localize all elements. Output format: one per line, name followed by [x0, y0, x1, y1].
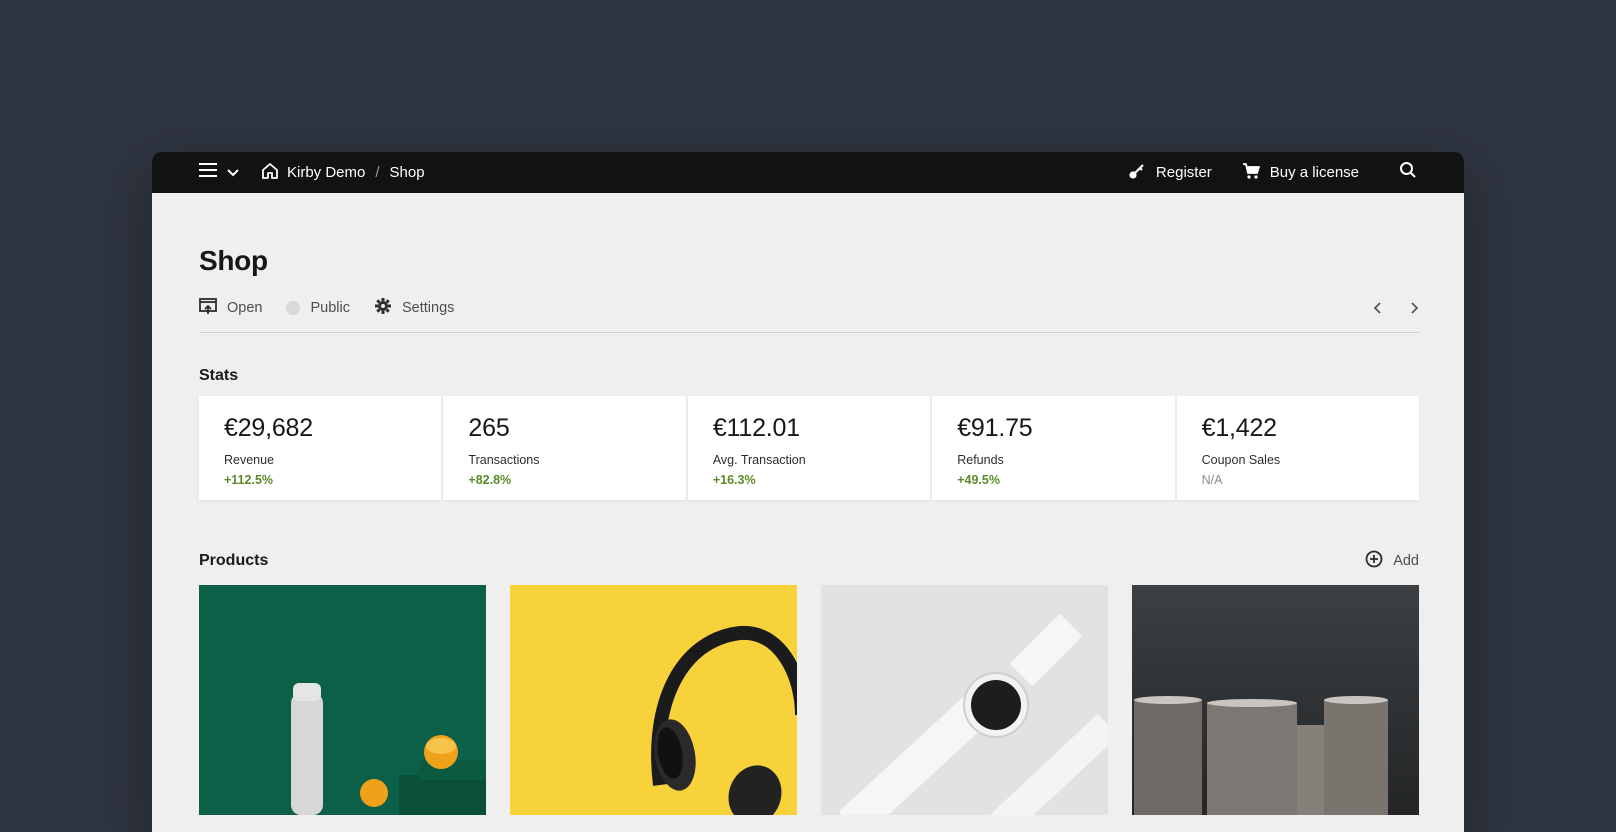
breadcrumb-separator: / — [375, 164, 380, 181]
stat-value: €29,682 — [224, 414, 313, 442]
stat-value: €112.01 — [712, 414, 800, 442]
breadcrumb: Kirby Demo / Shop — [261, 162, 425, 184]
stats-section-label: Stats — [199, 367, 239, 384]
product-image-vases — [1132, 585, 1419, 815]
breadcrumb-item-site[interactable]: Kirby Demo — [287, 164, 365, 181]
home-icon[interactable] — [261, 162, 279, 184]
gear-icon — [374, 297, 392, 319]
buy-license-button[interactable]: Buy a license — [1242, 162, 1359, 184]
menu-toggle-button[interactable] — [199, 162, 239, 183]
previous-page-button[interactable] — [1373, 301, 1383, 315]
product-card-watch[interactable] — [821, 585, 1108, 815]
page-header-actions: Open Public Settings — [199, 294, 1419, 322]
product-card-headphones[interactable] — [510, 585, 797, 815]
product-image-headphones — [510, 585, 797, 815]
add-circle-icon — [1365, 550, 1383, 572]
stat-value: €91.75 — [957, 414, 1033, 442]
stat-card-avg-transaction[interactable]: €112.01 Avg. Transaction +16.3% — [687, 396, 931, 500]
topbar: Kirby Demo / Shop Register Buy a license — [152, 152, 1464, 193]
stat-info: +82.8% — [468, 473, 512, 487]
product-image-watch — [821, 585, 1108, 815]
product-card-bottle[interactable] — [199, 585, 486, 815]
products-header: Products Add — [199, 550, 1419, 572]
main-content: Shop Open Public Settings Stats €29,682 … — [152, 245, 1464, 815]
status-label: Public — [310, 300, 350, 316]
stat-label: Avg. Transaction — [712, 453, 806, 467]
search-button[interactable] — [1399, 161, 1417, 184]
stat-value: 265 — [468, 414, 510, 442]
register-label: Register — [1155, 164, 1212, 181]
add-product-button[interactable]: Add — [1365, 550, 1419, 572]
products-grid — [199, 585, 1419, 815]
product-card-vases[interactable] — [1132, 585, 1419, 815]
stat-card-refunds[interactable]: €91.75 Refunds +49.5% — [932, 396, 1175, 500]
stat-info: N/A — [1201, 473, 1223, 487]
search-icon — [1399, 161, 1417, 184]
stat-label: Transactions — [468, 453, 540, 467]
breadcrumb-item-page[interactable]: Shop — [390, 164, 425, 181]
stat-card-revenue[interactable]: €29,682 Revenue +112.5% — [199, 396, 442, 500]
buy-license-label: Buy a license — [1269, 164, 1359, 181]
pagination — [1373, 301, 1419, 315]
chevron-down-icon — [227, 164, 239, 182]
chevron-left-icon — [1373, 302, 1381, 314]
page-title: Shop — [199, 245, 268, 276]
stat-card-transactions[interactable]: 265 Transactions +82.8% — [443, 396, 686, 500]
stats-grid: €29,682 Revenue +112.5% 265 Transactions… — [199, 396, 1420, 500]
header-divider — [199, 332, 1419, 333]
stat-info: +49.5% — [957, 473, 1000, 487]
settings-label: Settings — [401, 300, 455, 316]
stat-label: Refunds — [957, 453, 1004, 467]
stat-value: €1,422 — [1201, 414, 1277, 442]
stat-card-coupon-sales[interactable]: €1,422 Coupon Sales N/A — [1176, 396, 1420, 500]
chevron-right-icon — [1411, 302, 1419, 314]
stat-info: +112.5% — [224, 473, 274, 487]
add-label: Add — [1393, 553, 1419, 569]
key-icon — [1128, 162, 1146, 184]
cart-icon — [1242, 162, 1260, 184]
stat-label: Revenue — [224, 453, 275, 467]
panel-window: Kirby Demo / Shop Register Buy a license… — [152, 152, 1464, 832]
register-button[interactable]: Register — [1128, 162, 1212, 184]
stat-info: +16.3% — [712, 473, 756, 487]
open-label: Open — [227, 300, 263, 316]
products-section-label: Products — [199, 552, 269, 569]
hamburger-icon — [199, 162, 217, 183]
next-page-button[interactable] — [1409, 301, 1419, 315]
status-dot-icon — [286, 301, 301, 315]
open-preview-icon — [199, 297, 217, 319]
product-image-bottle — [199, 585, 486, 815]
status-button[interactable]: Public — [286, 300, 350, 316]
stat-label: Coupon Sales — [1201, 453, 1281, 467]
open-button[interactable]: Open — [199, 297, 262, 319]
settings-button[interactable]: Settings — [374, 297, 454, 319]
